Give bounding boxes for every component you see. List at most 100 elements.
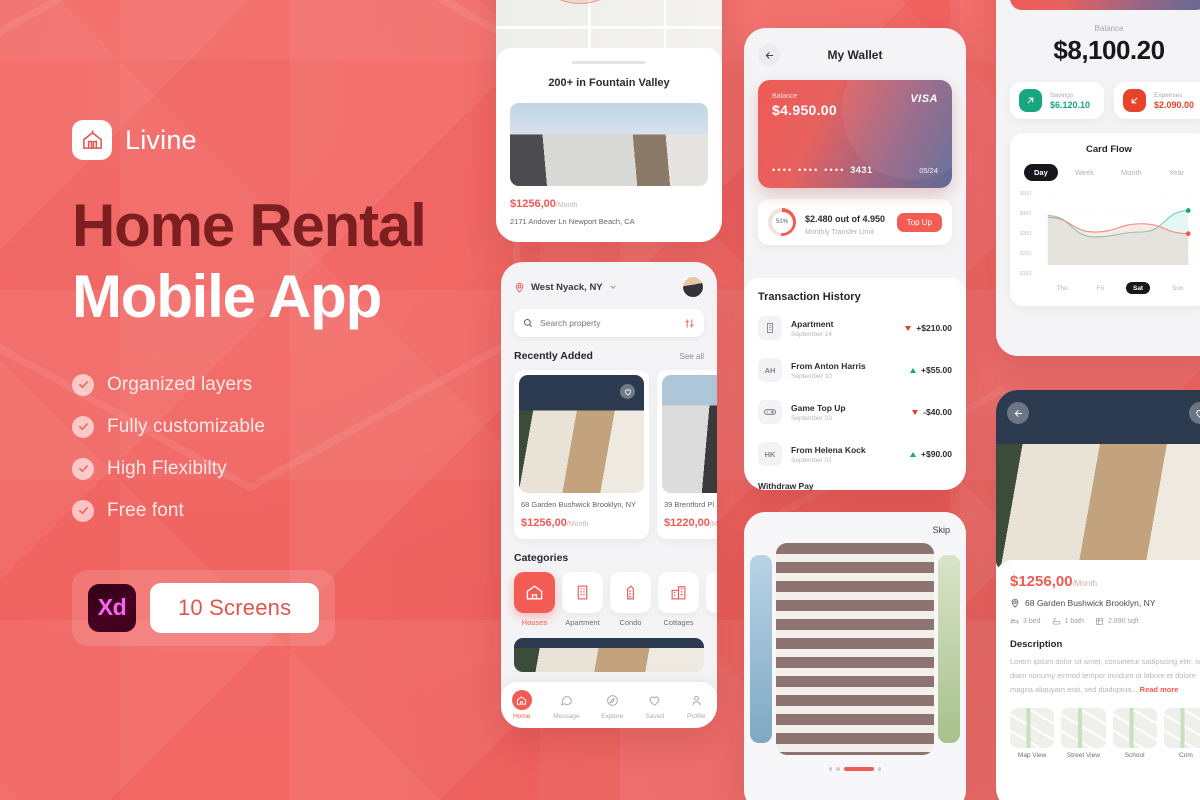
balance-label: Balance bbox=[1094, 24, 1124, 33]
property-card[interactable]: 39 Brentford Pl 1 $1220,00/Mon bbox=[657, 370, 717, 539]
flat-icon bbox=[706, 572, 717, 613]
range-day[interactable]: Day bbox=[1024, 164, 1058, 181]
bottom-tab-bar[interactable]: Home Message Explore Saved Profile bbox=[501, 682, 717, 728]
card-number-mask: •••• •••• •••• bbox=[772, 165, 846, 175]
screens-count-badge[interactable]: 10 Screens bbox=[150, 582, 320, 633]
pagination-dot[interactable] bbox=[828, 767, 833, 771]
pagination-dot-active[interactable] bbox=[843, 767, 874, 771]
limit-amount: $2.480 out of 4.950 bbox=[805, 213, 886, 224]
transaction-amount-cell: +$55.00 bbox=[910, 365, 952, 375]
stat-card-expenses[interactable]: Expenses $2.090.00 bbox=[1114, 82, 1200, 119]
promoted-listing-strip[interactable] bbox=[501, 627, 717, 672]
category-item-houses[interactable]: Houses bbox=[514, 572, 555, 627]
category-item-cottages[interactable]: Cottages bbox=[658, 572, 699, 627]
table-row[interactable]: AH From Anton Harris September 10 +$55.0… bbox=[758, 349, 952, 391]
back-arrow-icon[interactable] bbox=[1007, 402, 1029, 424]
description-title: Description bbox=[1010, 639, 1063, 650]
transaction-date: September 01 bbox=[791, 456, 832, 464]
pagination-dot[interactable] bbox=[836, 767, 840, 771]
category-item-flat[interactable]: F bbox=[706, 572, 717, 627]
sheet-grabber[interactable] bbox=[572, 61, 646, 64]
card-last4: 3431 bbox=[850, 165, 873, 175]
list-item: Fully customizable bbox=[72, 415, 492, 438]
avatar[interactable] bbox=[682, 276, 704, 298]
thumb-street-view[interactable]: Street View bbox=[1061, 707, 1106, 759]
listing-photo[interactable] bbox=[510, 102, 708, 186]
thumb-map-view[interactable]: Map View bbox=[1010, 707, 1055, 759]
chart-range-segmented-control[interactable]: Day Week Month Year bbox=[1020, 164, 1198, 181]
category-label: Houses bbox=[521, 618, 548, 627]
stat-card-savings[interactable]: Savings $6.120.10 bbox=[1010, 82, 1104, 119]
see-all-link[interactable]: See all bbox=[680, 352, 704, 361]
headline-line-2: Mobile App bbox=[72, 262, 382, 330]
visa-logo-icon: VISA bbox=[910, 93, 938, 105]
heart-icon[interactable] bbox=[620, 384, 635, 399]
back-arrow-icon[interactable] bbox=[758, 44, 780, 66]
card-expiry: 05/24 bbox=[919, 166, 938, 175]
thumb-label: Map View bbox=[1017, 751, 1047, 759]
read-more-link[interactable]: Read more bbox=[1140, 685, 1179, 694]
top-up-button[interactable]: Top Up bbox=[896, 212, 942, 232]
carousel-active-slide[interactable] bbox=[776, 543, 934, 755]
carousel-next-slide[interactable] bbox=[938, 555, 960, 743]
detail-thumbnails[interactable]: Map View Street View School Crim bbox=[1010, 707, 1200, 759]
category-list[interactable]: Houses Apartment Condo Cottages F bbox=[501, 572, 717, 627]
spec-area: 2.890 sqft bbox=[1095, 617, 1139, 626]
thumb-label: School bbox=[1124, 751, 1145, 759]
search-input[interactable] bbox=[540, 318, 677, 328]
tab-home[interactable]: Home bbox=[511, 690, 532, 720]
transaction-amount: +$55.00 bbox=[921, 365, 952, 375]
property-hero bbox=[996, 390, 1200, 570]
stat-value: $2.090.00 bbox=[1154, 99, 1195, 110]
chart-x-axis[interactable]: Thu Fri Sat Sun bbox=[1020, 282, 1198, 294]
property-price-row: $1256,00/Month bbox=[521, 513, 642, 531]
detail-price-period: /Month bbox=[1072, 579, 1098, 588]
tab-saved[interactable]: Saved bbox=[645, 690, 665, 720]
thumb-label: Crim bbox=[1179, 751, 1193, 759]
map-road bbox=[496, 26, 722, 29]
carousel-prev-slide[interactable] bbox=[750, 555, 772, 743]
promo-panel: Livine Home Rental Mobile App Organized … bbox=[72, 120, 492, 646]
transaction-amount-cell: +$210.00 bbox=[905, 323, 952, 333]
tab-label: Explore bbox=[601, 713, 624, 720]
category-item-condo[interactable]: Condo bbox=[610, 572, 651, 627]
detail-address: 68 Garden Bushwick Brooklyn, NY bbox=[1025, 598, 1156, 608]
range-month[interactable]: Month bbox=[1111, 164, 1152, 181]
x-tick-sat[interactable]: Sat bbox=[1125, 282, 1151, 294]
table-row[interactable]: Game Top Up September 03 -$40.00 bbox=[758, 391, 952, 433]
property-price-period: /Mon bbox=[709, 521, 717, 528]
x-tick-sun[interactable]: Sun bbox=[1165, 282, 1191, 294]
transaction-amount-cell: -$40.00 bbox=[912, 407, 952, 417]
carousel-pagination[interactable] bbox=[744, 767, 966, 771]
wallet-header: My Wallet bbox=[744, 28, 966, 66]
phone-mockup-onboarding-screen: Skip bbox=[744, 512, 966, 800]
thumb-crime[interactable]: Crim bbox=[1163, 707, 1200, 759]
check-icon bbox=[72, 499, 94, 522]
explore-icon bbox=[602, 690, 622, 710]
table-row[interactable]: Apartment September 14 +$210.00 bbox=[758, 307, 952, 349]
pagination-dot[interactable] bbox=[877, 767, 882, 771]
promoted-photo bbox=[514, 638, 704, 672]
property-card[interactable]: 68 Garden Bushwick Brooklyn, NY $1256,00… bbox=[514, 370, 649, 539]
range-year[interactable]: Year bbox=[1159, 164, 1194, 181]
tab-profile[interactable]: Profile bbox=[686, 690, 706, 720]
skip-button[interactable]: Skip bbox=[932, 525, 950, 535]
property-carousel[interactable]: 68 Garden Bushwick Brooklyn, NY $1256,00… bbox=[501, 370, 717, 539]
credit-card[interactable]: Balance $4.950.00 VISA •••• •••• •••• 34… bbox=[758, 80, 952, 188]
tab-message[interactable]: Message bbox=[553, 690, 580, 720]
search-bar[interactable] bbox=[514, 309, 704, 337]
description-text: Lorem ipsum dolor sit amet, consetetur s… bbox=[1010, 655, 1200, 697]
onboarding-carousel[interactable] bbox=[744, 543, 966, 755]
x-tick-thu[interactable]: Thu bbox=[1049, 282, 1074, 294]
limit-caption: Monthly Transfer Limit bbox=[805, 228, 874, 236]
credit-card-compact[interactable]: $4.950.00 •••• •••• •••• 3431 bbox=[1010, 0, 1200, 10]
range-week[interactable]: Week bbox=[1065, 164, 1104, 181]
tab-explore[interactable]: Explore bbox=[601, 690, 623, 720]
transaction-name: From Anton Harris bbox=[791, 360, 866, 371]
location-selector[interactable]: West Nyack, NY bbox=[514, 282, 617, 293]
category-item-apartment[interactable]: Apartment bbox=[562, 572, 603, 627]
x-tick-fri[interactable]: Fri bbox=[1090, 282, 1112, 294]
table-row[interactable]: HK From Helena Kock September 01 +$90.00 bbox=[758, 433, 952, 475]
search-icon bbox=[523, 318, 533, 328]
thumb-school[interactable]: School bbox=[1112, 707, 1157, 759]
